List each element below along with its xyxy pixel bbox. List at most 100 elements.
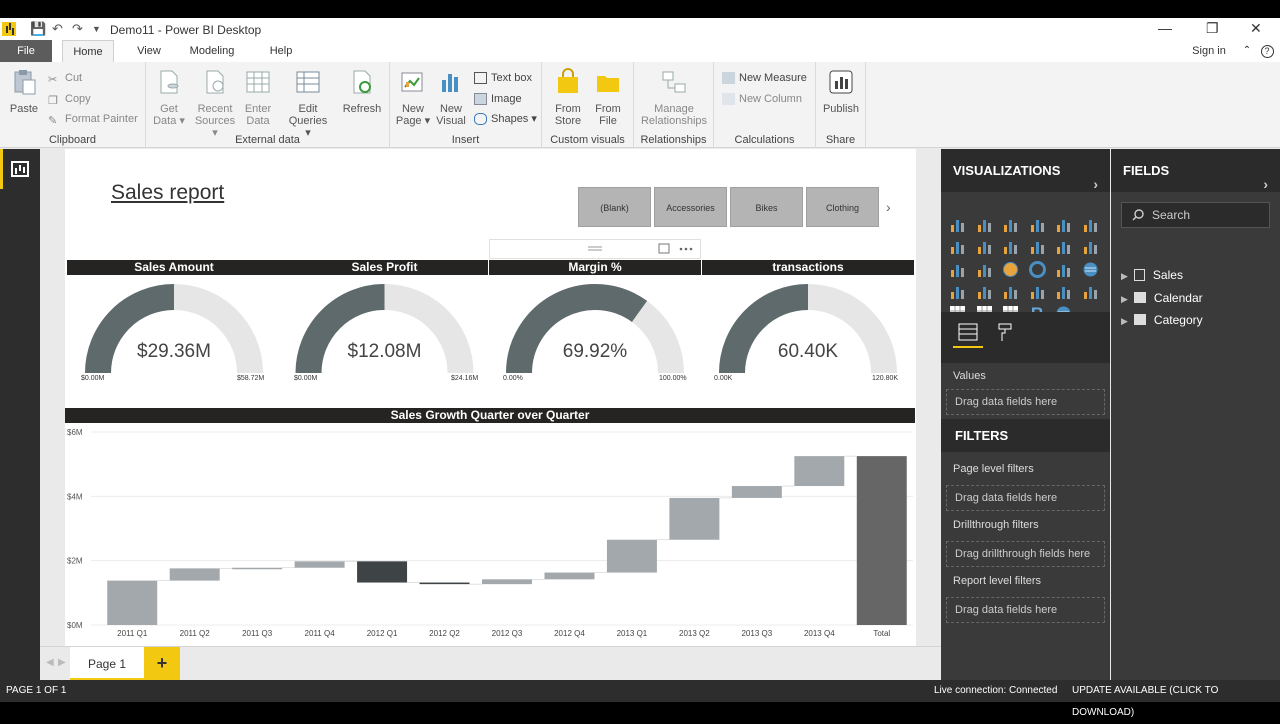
close-icon[interactable]: ✕: [1250, 20, 1262, 37]
donut-chart-icon[interactable]: [1028, 260, 1046, 278]
page-tab-1[interactable]: Page 1: [70, 647, 144, 681]
tab-home[interactable]: Home: [62, 40, 114, 62]
undo-icon[interactable]: ↶: [52, 21, 63, 37]
card-icon[interactable]: [1029, 283, 1046, 300]
enter-data-button[interactable]: Enter Data: [242, 68, 274, 127]
page-filters-drop-area[interactable]: Drag data fields here: [946, 485, 1105, 511]
slicer-item-blank[interactable]: (Blank): [578, 187, 651, 227]
tab-file[interactable]: File: [0, 40, 52, 62]
report-view-icon[interactable]: [11, 161, 29, 177]
report-title[interactable]: Sales report: [111, 181, 224, 205]
new-measure-button[interactable]: New Measure: [722, 70, 807, 86]
waterfall-bar[interactable]: [169, 568, 220, 581]
waterfall-chart[interactable]: $0M $2M $4M $6M 2011 Q1 2011 Q2 2011 Q3 2011 Q4…: [65, 423, 915, 645]
image-button[interactable]: Image: [474, 91, 522, 107]
prev-page-icon[interactable]: ◀: [46, 657, 54, 668]
paste-button[interactable]: Paste: [6, 68, 42, 115]
new-visual-button[interactable]: New Visual: [434, 68, 468, 127]
stacked-area-chart-icon[interactable]: [1002, 238, 1019, 255]
next-page-icon[interactable]: ▶: [58, 657, 66, 668]
waterfall-bar[interactable]: [856, 456, 907, 625]
drillthrough-drop-area[interactable]: Drag drillthrough fields here: [946, 541, 1105, 567]
kpi-icon[interactable]: [1082, 283, 1099, 300]
area-chart-icon[interactable]: [976, 238, 993, 255]
ribbon-chart-icon[interactable]: [1082, 238, 1099, 255]
scatter-chart-icon[interactable]: [976, 261, 993, 278]
line-and-clustered-column-chart-icon[interactable]: [1055, 238, 1072, 255]
line-and-column-chart-icon[interactable]: [1029, 238, 1046, 255]
stacked-bar-chart-icon[interactable]: [949, 216, 966, 233]
maximize-icon[interactable]: ❐: [1206, 20, 1219, 37]
slicer-item-bikes[interactable]: Bikes: [730, 187, 803, 227]
waterfall-bar[interactable]: [232, 567, 283, 570]
waterfall-bar[interactable]: [107, 580, 158, 625]
field-table-category[interactable]: ▶ Category: [1121, 312, 1203, 328]
redo-icon[interactable]: ↷: [72, 21, 83, 37]
waterfall-bar[interactable]: [669, 497, 720, 540]
recent-sources-button[interactable]: Recent Sources ▾: [194, 68, 236, 139]
text-box-button[interactable]: Text box: [474, 70, 532, 86]
new-column-button[interactable]: New Column: [722, 91, 802, 107]
collapse-ribbon-icon[interactable]: ⌃: [1238, 40, 1256, 62]
minimize-icon[interactable]: —: [1158, 20, 1172, 36]
gauge-transactions[interactable]: 60.40K 0.00K 120.80K: [702, 275, 914, 389]
more-options-icon[interactable]: [677, 241, 695, 257]
add-page-button[interactable]: +: [144, 647, 180, 681]
gauge-sales-profit[interactable]: $12.08M $0.00M $24.16M: [281, 275, 488, 389]
from-store-button[interactable]: From Store: [550, 68, 586, 127]
cut-button[interactable]: ✂ Cut: [48, 70, 82, 86]
clustered-column-chart-icon[interactable]: [1029, 216, 1046, 233]
tab-view[interactable]: View: [126, 40, 172, 62]
update-available-link[interactable]: UPDATE AVAILABLE (CLICK TO DOWNLOAD): [1072, 680, 1280, 724]
100-percent-column-chart-icon[interactable]: [1082, 216, 1099, 233]
get-data-button[interactable]: Get Data ▾: [152, 68, 186, 127]
shapes-button[interactable]: Shapes ▾: [474, 111, 537, 127]
treemap-icon[interactable]: [1055, 261, 1072, 278]
slicer-item-accessories[interactable]: Accessories: [654, 187, 727, 227]
format-tab[interactable]: [997, 322, 1017, 346]
drag-handle-icon[interactable]: [489, 239, 503, 259]
filled-map-icon[interactable]: [949, 283, 966, 300]
save-icon[interactable]: 💾: [30, 21, 46, 37]
multi-row-card-icon[interactable]: [1055, 283, 1072, 300]
edit-queries-button[interactable]: Edit Queries ▾: [286, 68, 330, 139]
format-painter-button[interactable]: ✎ Format Painter: [48, 111, 138, 127]
gauge-icon[interactable]: [1002, 283, 1019, 300]
funnel-icon[interactable]: [976, 283, 993, 300]
collapse-visualizations-icon[interactable]: ›: [1093, 163, 1098, 206]
clustered-bar-chart-icon[interactable]: [1002, 216, 1019, 233]
stacked-column-chart-icon[interactable]: [976, 216, 993, 233]
pie-chart-icon[interactable]: [1002, 261, 1019, 278]
focus-mode-icon[interactable]: [657, 241, 671, 257]
field-table-sales[interactable]: ▶ Sales: [1121, 267, 1183, 283]
report-filters-drop-area[interactable]: Drag data fields here: [946, 597, 1105, 623]
waterfall-bar[interactable]: [419, 582, 470, 585]
copy-button[interactable]: ❐ Copy: [48, 91, 91, 107]
slicer-next-icon[interactable]: ›: [886, 199, 891, 215]
waterfall-bar[interactable]: [482, 579, 532, 585]
values-drop-area[interactable]: Drag data fields here: [946, 389, 1105, 415]
waterfall-chart-icon[interactable]: [949, 261, 966, 278]
waterfall-bar[interactable]: [294, 561, 345, 568]
field-table-calendar[interactable]: ▶ Calendar: [1121, 290, 1203, 306]
tab-modeling[interactable]: Modeling: [180, 40, 244, 62]
waterfall-bar[interactable]: [731, 486, 782, 498]
100-percent-bar-chart-icon[interactable]: [1055, 216, 1072, 233]
from-file-button[interactable]: From File: [590, 68, 626, 127]
tab-help[interactable]: Help: [258, 40, 304, 62]
map-icon[interactable]: [1082, 261, 1099, 278]
slicer-item-clothing[interactable]: Clothing: [806, 187, 879, 227]
help-icon[interactable]: ?: [1258, 40, 1276, 62]
gauge-sales-amount[interactable]: $29.36M $0.00M $58.72M: [67, 275, 281, 389]
fields-well-tab[interactable]: [953, 320, 983, 348]
sign-in-link[interactable]: Sign in: [1184, 40, 1234, 62]
waterfall-bar[interactable]: [606, 539, 657, 573]
refresh-button[interactable]: Refresh: [342, 68, 382, 115]
gauge-margin[interactable]: 69.92% 0.00% 100.00%: [489, 275, 701, 389]
manage-relationships-button[interactable]: Manage Relationships: [638, 68, 710, 127]
collapse-fields-icon[interactable]: ›: [1263, 163, 1268, 206]
new-page-button[interactable]: New Page ▾: [394, 68, 432, 127]
waterfall-bar[interactable]: [544, 572, 595, 580]
line-chart-icon[interactable]: [949, 238, 966, 255]
waterfall-bar[interactable]: [794, 456, 845, 487]
